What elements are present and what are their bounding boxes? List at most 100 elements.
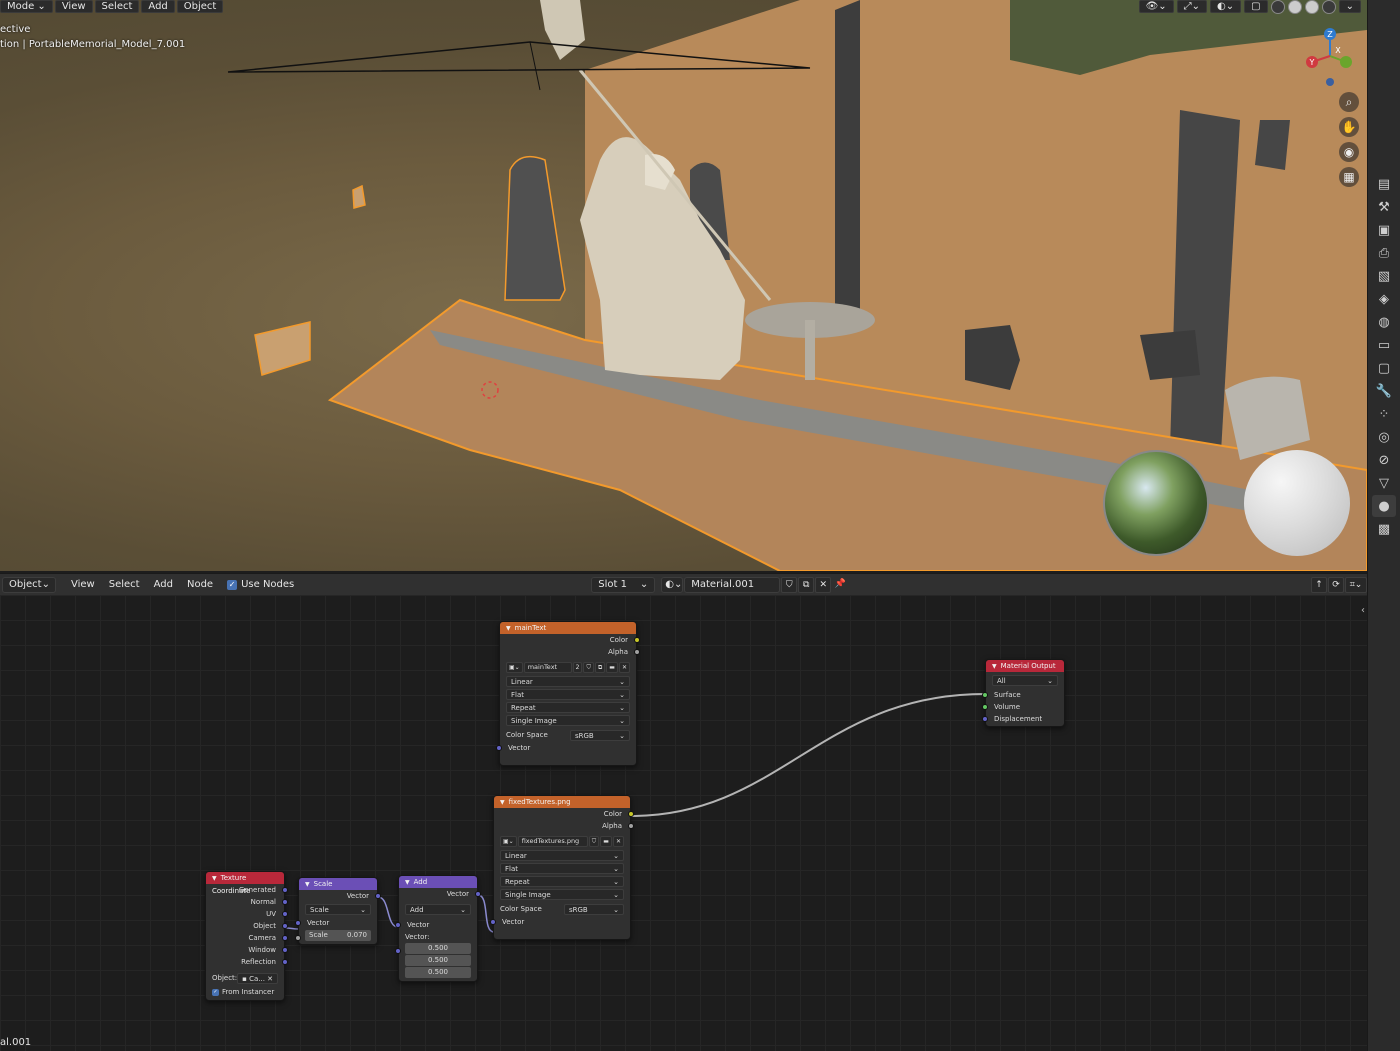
object-tab-icon[interactable]: ▢ (1372, 357, 1396, 379)
vector-z-field[interactable]: 0.500 (405, 967, 471, 978)
parent-node-tree-icon[interactable]: ↑ (1311, 576, 1327, 593)
slot-dropdown[interactable]: Slot 1 ⌄ (591, 576, 656, 593)
node-material-output[interactable]: ▼ Material Output All ⌄ Surface Volume Dis… (982, 659, 1065, 727)
overlay-toggle-icon[interactable]: ◐⌄ (1210, 0, 1242, 13)
interpolation-dropdown[interactable]: Linear ⌄ (506, 676, 630, 687)
properties-editor-icon[interactable]: ▤ (1372, 173, 1396, 195)
pin-icon[interactable]: 📌 (832, 577, 848, 593)
modifier-tab-icon[interactable]: 🔧 (1372, 380, 1396, 402)
color-space-dropdown[interactable]: sRGB ⌄ (564, 903, 624, 915)
clear-object-icon[interactable]: ✕ (267, 974, 273, 983)
duplicate-image-icon[interactable]: ⧉ (595, 661, 606, 673)
scale-input-socket[interactable] (295, 935, 301, 941)
constraints-tab-icon[interactable]: ⊘ (1372, 449, 1396, 471)
world-tab-icon[interactable]: ◍ (1372, 311, 1396, 333)
gizmo-toggle-icon[interactable]: ⤢⌄ (1176, 0, 1208, 13)
menu-select[interactable]: Select (94, 0, 140, 13)
shading-options-icon[interactable]: ⌄ (1338, 0, 1361, 13)
vector-input-socket[interactable] (395, 948, 401, 954)
navigation-gizmo[interactable]: Z Y X (1300, 26, 1360, 86)
source-dropdown[interactable]: Single Image ⌄ (500, 889, 624, 900)
texture-tab-icon[interactable]: ▩ (1372, 518, 1396, 540)
source-dropdown[interactable]: Single Image ⌄ (506, 715, 630, 726)
node-header[interactable]: ▼ fixedTextures.png (494, 796, 630, 808)
node-texture-coordinate[interactable]: ▼ Texture Coordinate Generated Normal UV … (205, 871, 288, 1001)
operation-dropdown[interactable]: Scale ⌄ (305, 904, 371, 915)
tool-tab-icon[interactable]: ⚒ (1372, 196, 1396, 218)
node-header[interactable]: ▼ Texture Coordinate (206, 872, 284, 895)
output-target-dropdown[interactable]: All ⌄ (992, 675, 1058, 686)
duplicate-material-icon[interactable]: ⧉ (798, 576, 815, 593)
ne-menu-add[interactable]: Add (147, 579, 180, 590)
from-instancer-toggle[interactable]: ✓ From Instancer (212, 985, 278, 999)
xray-icon[interactable]: ▢ (1244, 0, 1268, 13)
image-browse-icon[interactable]: ▣⌄ (500, 835, 517, 847)
node-vector-add[interactable]: ▼ Add Vector Add ⌄ Vector Vector: 0.500 0.… (395, 875, 481, 982)
menu-add[interactable]: Add (141, 0, 175, 13)
material-browse-icon[interactable]: ◐⌄ (661, 576, 684, 593)
3d-viewport[interactable]: Mode ⌄ View Select Add Object ective tio… (0, 0, 1367, 571)
ne-menu-select[interactable]: Select (102, 579, 147, 590)
wireframe-shading-icon[interactable] (1270, 0, 1285, 14)
image-name-field[interactable]: mainText (523, 661, 572, 673)
camera-view-icon[interactable]: ◉ (1339, 142, 1359, 162)
projection-dropdown[interactable]: Flat ⌄ (500, 863, 624, 874)
material-name-field[interactable]: Material.001 (684, 576, 781, 593)
material-shading-icon[interactable] (1304, 0, 1319, 14)
image-name-field[interactable]: fixedTextures.png (517, 835, 588, 847)
unlink-image-icon[interactable]: ✕ (618, 661, 630, 673)
fake-user-icon[interactable]: ⛉ (588, 835, 600, 847)
node-header[interactable]: ▼ Scale (299, 878, 377, 890)
snap-icon[interactable]: ⟳ (1328, 576, 1344, 593)
unlink-material-icon[interactable]: ✕ (815, 576, 832, 593)
extension-dropdown[interactable]: Repeat ⌄ (500, 876, 624, 887)
collection-tab-icon[interactable]: ▭ (1372, 334, 1396, 356)
open-folder-icon[interactable]: ▬ (606, 661, 618, 673)
zoom-icon[interactable]: ⌕ (1339, 92, 1359, 112)
ne-menu-node[interactable]: Node (180, 579, 220, 590)
fake-user-icon[interactable]: ⛉ (583, 661, 594, 673)
scene-tab-icon[interactable]: ◈ (1372, 288, 1396, 310)
open-folder-icon[interactable]: ▬ (600, 835, 612, 847)
render-tab-icon[interactable]: ▣ (1372, 219, 1396, 241)
fake-user-shield-icon[interactable]: ⛉ (781, 576, 798, 593)
pan-hand-icon[interactable]: ✋ (1339, 117, 1359, 137)
menu-view[interactable]: View (54, 0, 93, 13)
image-selector[interactable]: ▣⌄ fixedTextures.png ⛉ ▬ ✕ (500, 835, 624, 847)
ne-menu-view[interactable]: View (64, 579, 102, 590)
object-type-dropdown[interactable]: Object ⌄ (2, 576, 56, 593)
snap-element-icon[interactable]: ⌗⌄ (1345, 576, 1367, 593)
node-vector-scale[interactable]: ▼ Scale Vector Scale ⌄ Vector Scale 0.070 (295, 877, 381, 945)
material-tab-icon[interactable]: ● (1372, 495, 1396, 517)
view-layer-tab-icon[interactable]: ▧ (1372, 265, 1396, 287)
node-image-texture-fixedtextures[interactable]: ▼ fixedTextures.png Color Alpha ▣⌄ fixedT… (490, 795, 634, 940)
scale-value-field[interactable]: Scale 0.070 (305, 930, 371, 941)
extension-dropdown[interactable]: Repeat ⌄ (506, 702, 630, 713)
interpolation-dropdown[interactable]: Linear ⌄ (500, 850, 624, 861)
particles-tab-icon[interactable]: ⁘ (1372, 403, 1396, 425)
menu-object[interactable]: Object (176, 0, 224, 13)
node-header[interactable]: ▼ Material Output (986, 660, 1064, 672)
output-tab-icon[interactable]: ⎙ (1372, 242, 1396, 264)
rendered-shading-icon[interactable] (1321, 0, 1336, 14)
color-space-dropdown[interactable]: sRGB ⌄ (570, 729, 630, 741)
perspective-grid-icon[interactable]: ▦ (1339, 167, 1359, 187)
node-header[interactable]: ▼ mainText (500, 622, 636, 634)
sidebar-toggle-chevron-icon[interactable]: ‹ (1361, 605, 1365, 616)
physics-tab-icon[interactable]: ◎ (1372, 426, 1396, 448)
visibility-icon[interactable]: 👁⌄ (1138, 0, 1174, 13)
unlink-image-icon[interactable]: ✕ (612, 835, 624, 847)
node-image-texture-maintext[interactable]: ▼ mainText Color Alpha ▣⌄ mainText 2 ⛉ ⧉ … (496, 621, 640, 766)
projection-dropdown[interactable]: Flat ⌄ (506, 689, 630, 700)
operation-dropdown[interactable]: Add ⌄ (405, 904, 471, 915)
vector-x-field[interactable]: 0.500 (405, 943, 471, 954)
use-nodes-toggle[interactable]: ✓ Use Nodes (220, 579, 301, 590)
image-browse-icon[interactable]: ▣⌄ (506, 661, 523, 673)
vector-y-field[interactable]: 0.500 (405, 955, 471, 966)
data-tab-icon[interactable]: ▽ (1372, 472, 1396, 494)
mode-dropdown[interactable]: Mode ⌄ (0, 0, 53, 13)
user-count-badge[interactable]: 2 (572, 661, 583, 673)
object-picker-field[interactable]: ▪ Ca... ✕ (237, 972, 278, 984)
node-header[interactable]: ▼ Add (399, 876, 477, 888)
solid-shading-icon[interactable] (1287, 0, 1302, 14)
